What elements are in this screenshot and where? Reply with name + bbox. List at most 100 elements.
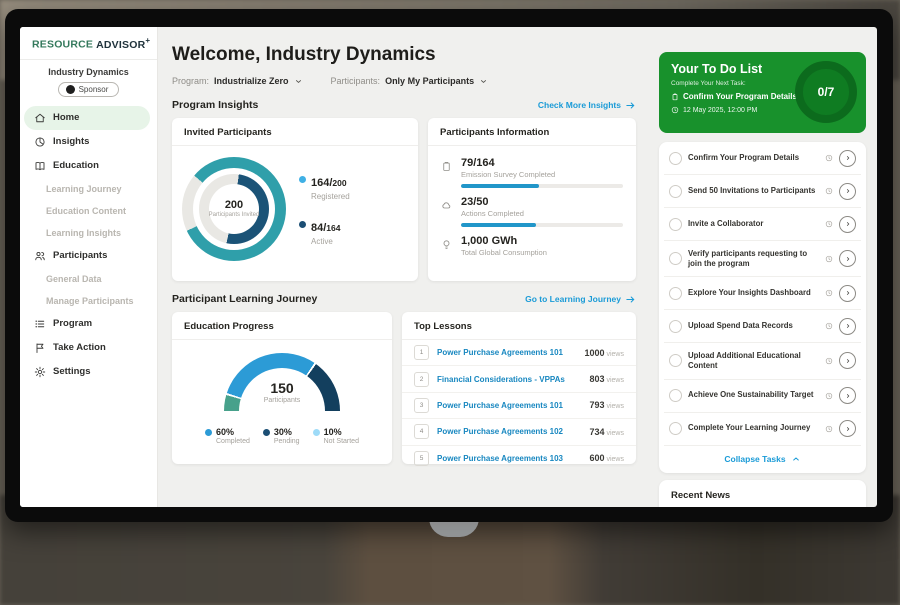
take-action-icon xyxy=(34,342,46,354)
task-row-invite-a-collaborator: Invite a Collaborator xyxy=(664,208,861,241)
sidebar-item-label: Manage Participants xyxy=(46,296,134,306)
chevron-right-icon xyxy=(844,322,852,330)
participants-information-title: Participants Information xyxy=(428,118,636,146)
task-checkbox[interactable] xyxy=(669,185,682,198)
lesson-rank-badge: 3 xyxy=(414,398,429,413)
task-label: Send 50 Invitations to Participants xyxy=(688,186,819,196)
sidebar-item-program[interactable]: Program xyxy=(20,312,157,336)
app-logo[interactable]: RESOURCEADVISOR+ xyxy=(20,36,157,51)
task-checkbox[interactable] xyxy=(669,252,682,265)
task-open-button[interactable] xyxy=(839,352,856,369)
go-to-learning-journey-link[interactable]: Go to Learning Journey xyxy=(525,294,636,305)
main-content: Welcome, Industry Dynamics Program: Indu… xyxy=(158,27,648,507)
chevron-down-icon xyxy=(294,77,303,86)
sponsor-badge[interactable]: Sponsor xyxy=(58,82,120,97)
participants-filter[interactable]: Participants: Only My Participants xyxy=(331,76,489,86)
task-open-button[interactable] xyxy=(839,250,856,267)
task-checkbox[interactable] xyxy=(669,218,682,231)
task-checkbox[interactable] xyxy=(669,422,682,435)
lesson-row: 5 Power Purchase Agreements 103 600views xyxy=(402,446,636,471)
lesson-title-link[interactable]: Power Purchase Agreements 101 xyxy=(437,401,581,410)
task-label: Explore Your Insights Dashboard xyxy=(688,288,819,298)
progress-bar xyxy=(461,223,623,227)
recent-news-card: Recent News xyxy=(659,480,866,508)
clock-icon xyxy=(671,106,679,114)
legend-dot-icon xyxy=(263,429,270,436)
sidebar-item-label: Education Content xyxy=(46,206,126,216)
sidebar-item-insights[interactable]: Insights xyxy=(20,130,157,154)
info-row: 23/50 Actions Completed xyxy=(441,192,623,231)
collapse-tasks-link[interactable]: Collapse Tasks xyxy=(664,446,861,473)
sidebar-item-learning-insights[interactable]: Learning Insights xyxy=(20,222,157,244)
chevron-right-icon xyxy=(844,220,852,228)
legend-label: Completed xyxy=(216,438,250,445)
task-row-send-50-invitations-to-participants: Send 50 Invitations to Participants xyxy=(664,175,861,208)
lesson-title-link[interactable]: Power Purchase Agreements 103 xyxy=(437,454,581,463)
sidebar-item-learning-journey[interactable]: Learning Journey xyxy=(20,178,157,200)
task-label: Invite a Collaborator xyxy=(688,219,819,229)
todo-next-task[interactable]: Confirm Your Program Details xyxy=(671,92,806,101)
sidebar-item-education-content[interactable]: Education Content xyxy=(20,200,157,222)
page-title: Welcome, Industry Dynamics xyxy=(172,44,636,66)
sponsor-icon xyxy=(66,85,75,94)
sidebar-item-take-action[interactable]: Take Action xyxy=(20,336,157,360)
sidebar-item-label: Take Action xyxy=(53,342,106,353)
task-row-upload-additional-educational-content: Upload Additional Educational Content xyxy=(664,343,861,379)
sidebar-item-settings[interactable]: Settings xyxy=(20,360,157,384)
lesson-title-link[interactable]: Financial Considerations - VPPAs xyxy=(437,375,581,384)
task-label: Verify participants requesting to join t… xyxy=(688,249,819,269)
task-checkbox[interactable] xyxy=(669,320,682,333)
consumption-icon xyxy=(441,239,452,250)
task-open-button[interactable] xyxy=(839,216,856,233)
logo-resource: RESOURCE xyxy=(32,39,93,51)
task-open-button[interactable] xyxy=(839,420,856,437)
lesson-title-link[interactable]: Power Purchase Agreements 101 xyxy=(437,348,576,357)
sidebar: RESOURCEADVISOR+ Industry Dynamics Spons… xyxy=(20,27,158,507)
program-filter[interactable]: Program: Industrialize Zero xyxy=(172,76,303,86)
task-checkbox[interactable] xyxy=(669,389,682,402)
task-checkbox[interactable] xyxy=(669,354,682,367)
sidebar-item-participants[interactable]: Participants xyxy=(20,244,157,268)
gauge-legend-not-started: 10% Not Started xyxy=(313,427,359,445)
lesson-row: 4 Power Purchase Agreements 102 734views xyxy=(402,419,636,445)
progress-bar xyxy=(461,184,623,188)
clock-icon xyxy=(825,255,833,263)
chevron-right-icon xyxy=(844,187,852,195)
task-label: Achieve One Sustainability Target xyxy=(688,390,819,400)
legend-percent: 10% xyxy=(324,427,359,437)
learning-journey-title: Participant Learning Journey xyxy=(172,293,317,305)
lesson-rank-badge: 5 xyxy=(414,451,429,466)
sidebar-item-education[interactable]: Education xyxy=(20,154,157,178)
insights-icon xyxy=(34,136,46,148)
sidebar-nav: Home Insights Education Learning Journey… xyxy=(20,106,157,384)
clock-icon xyxy=(825,392,833,400)
task-open-button[interactable] xyxy=(839,183,856,200)
top-lessons-list: 1 Power Purchase Agreements 101 1000view… xyxy=(402,340,636,471)
sidebar-item-general-data[interactable]: General Data xyxy=(20,268,157,290)
clock-icon xyxy=(825,425,833,433)
info-label: Actions Completed xyxy=(461,209,623,218)
program-filter-value: Industrialize Zero xyxy=(214,76,289,86)
task-open-button[interactable] xyxy=(839,318,856,335)
clock-icon xyxy=(825,322,833,330)
task-open-button[interactable] xyxy=(839,387,856,404)
program-insights-title: Program Insights xyxy=(172,99,258,111)
task-open-button[interactable] xyxy=(839,150,856,167)
actions-icon xyxy=(441,200,452,211)
task-checkbox[interactable] xyxy=(669,152,682,165)
participants-information-rows: 79/164 Emission Survey Completed 23/50 A… xyxy=(428,146,636,263)
task-checkbox[interactable] xyxy=(669,287,682,300)
legend-value: 84/164 xyxy=(311,222,340,234)
legend-dot-icon xyxy=(313,429,320,436)
settings-icon xyxy=(34,366,46,378)
learning-journey-header: Participant Learning Journey Go to Learn… xyxy=(172,293,636,305)
filter-bar: Program: Industrialize Zero Participants… xyxy=(172,76,636,86)
lesson-title-link[interactable]: Power Purchase Agreements 102 xyxy=(437,427,581,436)
clock-icon xyxy=(825,289,833,297)
chevron-up-icon xyxy=(791,454,801,464)
sidebar-item-home[interactable]: Home xyxy=(24,106,150,130)
sidebar-item-manage-participants[interactable]: Manage Participants xyxy=(20,290,157,312)
clock-icon xyxy=(825,357,833,365)
task-open-button[interactable] xyxy=(839,285,856,302)
check-more-insights-link[interactable]: Check More Insights xyxy=(538,100,636,111)
